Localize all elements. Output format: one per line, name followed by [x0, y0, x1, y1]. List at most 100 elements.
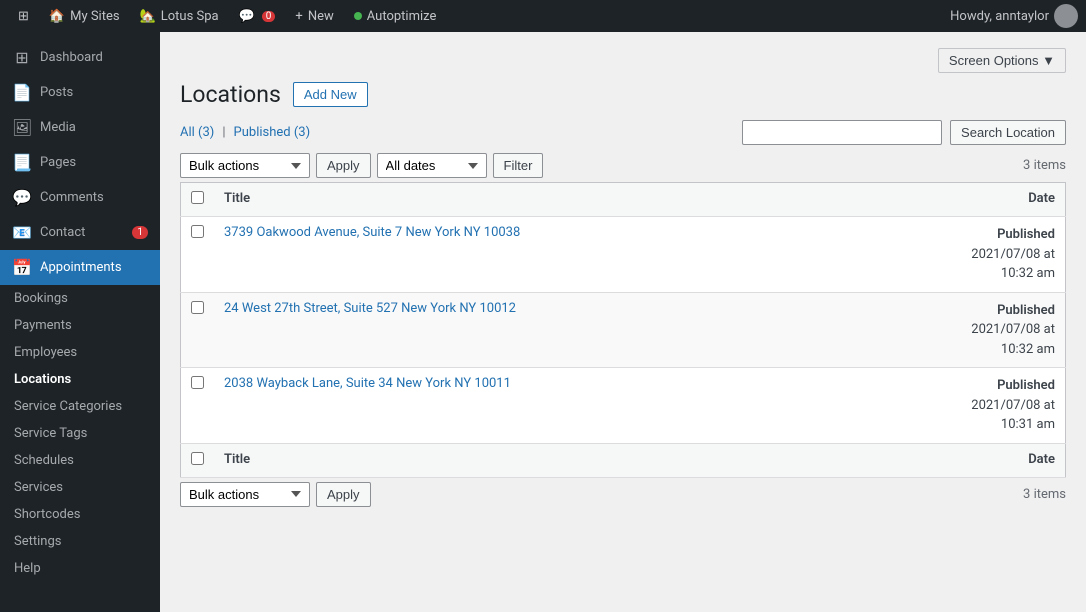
sidebar-item-dashboard[interactable]: ⊞ Dashboard	[0, 40, 160, 75]
bottom-toolbar: Bulk actions Apply 3 items	[180, 482, 1066, 507]
submenu-item-settings[interactable]: Settings	[0, 528, 160, 555]
location-link[interactable]: 2038 Wayback Lane, Suite 34 New York NY …	[224, 376, 511, 391]
plus-icon: +	[295, 9, 302, 24]
sidebar-item-label: Comments	[40, 190, 104, 205]
date-status: Published	[997, 378, 1055, 393]
select-all-checkbox-top[interactable]	[191, 191, 204, 204]
media-icon: 🖼	[12, 118, 32, 137]
admin-bar: ⊞ 🏠 My Sites 🏡 Lotus Spa 💬 0 + New Autop…	[0, 0, 1086, 32]
filter-all-link[interactable]: All (3)	[180, 125, 214, 140]
row-checkbox-cell	[181, 292, 215, 368]
date-status: Published	[997, 227, 1055, 242]
filter-bar: All (3) | Published (3) Search Location	[180, 120, 1066, 145]
sidebar-item-pages[interactable]: 📃 Pages	[0, 145, 160, 180]
admin-sidebar: ⊞ Dashboard 📄 Posts 🖼 Media 📃 Pages 💬 Co…	[0, 32, 160, 612]
submenu-item-locations[interactable]: Locations	[0, 366, 160, 393]
wp-logo[interactable]: ⊞	[8, 0, 39, 32]
page-header: Locations Add New	[180, 81, 1066, 108]
sidebar-item-contact[interactable]: 📧 Contact 1	[0, 215, 160, 250]
select-all-checkbox-bottom[interactable]	[191, 452, 204, 465]
filter-published-link[interactable]: Published (3)	[234, 125, 311, 140]
date-text: Published 2021/07/08 at10:32 am	[971, 303, 1055, 357]
item-count-bottom: 3 items	[1023, 487, 1066, 502]
row-checkbox-cell	[181, 217, 215, 293]
site-name-label: Lotus Spa	[161, 9, 219, 24]
date-value: 2021/07/08 at10:31 am	[971, 398, 1055, 433]
search-location-button[interactable]: Search Location	[950, 120, 1066, 145]
filter-separator: |	[222, 125, 225, 140]
table-row: 24 West 27th Street, Suite 527 New York …	[181, 292, 1066, 368]
search-input[interactable]	[742, 120, 942, 145]
appointments-submenu: Bookings Payments Employees Locations Se…	[0, 285, 160, 582]
table-row: 2038 Wayback Lane, Suite 34 New York NY …	[181, 368, 1066, 444]
new-label: New	[308, 9, 334, 24]
col-header-date[interactable]: Date	[926, 183, 1066, 217]
row-checkbox[interactable]	[191, 225, 204, 238]
submenu-item-services[interactable]: Services	[0, 474, 160, 501]
date-text: Published 2021/07/08 at10:32 am	[971, 227, 1055, 281]
sidebar-item-label: Dashboard	[40, 50, 103, 65]
contact-icon: 📧	[12, 223, 32, 242]
table-row: 3739 Oakwood Avenue, Suite 7 New York NY…	[181, 217, 1066, 293]
table-head: Title Date	[181, 183, 1066, 217]
date-filter-select[interactable]: All dates	[377, 153, 487, 178]
col-footer-cb	[181, 443, 215, 477]
sidebar-item-media[interactable]: 🖼 Media	[0, 110, 160, 145]
autoptimize-dot	[354, 12, 362, 20]
row-title-cell: 3739 Oakwood Avenue, Suite 7 New York NY…	[214, 217, 926, 293]
table-footer-row: Title Date	[181, 443, 1066, 477]
submenu-item-schedules[interactable]: Schedules	[0, 447, 160, 474]
item-count-top: 3 items	[1023, 158, 1066, 173]
user-avatar	[1054, 4, 1078, 28]
bulk-actions-select-bottom[interactable]: Bulk actions	[180, 482, 310, 507]
locations-table: Title Date 3739 Oakwood Avenue, Suite 7 …	[180, 182, 1066, 478]
add-new-button[interactable]: Add New	[293, 82, 368, 107]
col-footer-title[interactable]: Title	[214, 443, 926, 477]
submenu-item-bookings[interactable]: Bookings	[0, 285, 160, 312]
col-footer-date[interactable]: Date	[926, 443, 1066, 477]
table-body: 3739 Oakwood Avenue, Suite 7 New York NY…	[181, 217, 1066, 444]
comments-menu[interactable]: 💬 0	[229, 0, 286, 32]
screen-options-button[interactable]: Screen Options ▼	[938, 48, 1066, 73]
date-status: Published	[997, 303, 1055, 318]
sidebar-item-label: Pages	[40, 155, 76, 170]
col-header-title[interactable]: Title	[214, 183, 926, 217]
table-header-row: Title Date	[181, 183, 1066, 217]
location-link[interactable]: 3739 Oakwood Avenue, Suite 7 New York NY…	[224, 225, 520, 240]
sidebar-item-label: Posts	[40, 85, 73, 100]
row-checkbox[interactable]	[191, 376, 204, 389]
apply-button-bottom[interactable]: Apply	[316, 482, 371, 507]
comment-icon: 💬	[239, 9, 255, 24]
submenu-item-employees[interactable]: Employees	[0, 339, 160, 366]
autoptimize-menu[interactable]: Autoptimize	[344, 0, 447, 32]
sidebar-item-posts[interactable]: 📄 Posts	[0, 75, 160, 110]
new-menu[interactable]: + New	[285, 0, 343, 32]
row-date-cell: Published 2021/07/08 at10:32 am	[926, 292, 1066, 368]
bulk-actions-select-top[interactable]: Bulk actions	[180, 153, 310, 178]
row-checkbox-cell	[181, 368, 215, 444]
posts-icon: 📄	[12, 83, 32, 102]
appointments-icon: 📅	[12, 258, 32, 277]
page-title: Locations	[180, 81, 281, 108]
submenu-item-service-tags[interactable]: Service Tags	[0, 420, 160, 447]
my-sites-menu[interactable]: 🏠 My Sites	[39, 0, 130, 32]
row-checkbox[interactable]	[191, 301, 204, 314]
sidebar-item-appointments[interactable]: 📅 Appointments	[0, 250, 160, 285]
main-content: Screen Options ▼ Locations Add New All (…	[160, 32, 1086, 612]
submenu-item-help[interactable]: Help	[0, 555, 160, 582]
screen-options-bar: Screen Options ▼	[180, 48, 1066, 73]
my-sites-label: My Sites	[70, 9, 119, 24]
submenu-item-payments[interactable]: Payments	[0, 312, 160, 339]
submenu-item-service-categories[interactable]: Service Categories	[0, 393, 160, 420]
sidebar-item-comments[interactable]: 💬 Comments	[0, 180, 160, 215]
row-date-cell: Published 2021/07/08 at10:32 am	[926, 217, 1066, 293]
site-name-menu[interactable]: 🏡 Lotus Spa	[130, 0, 229, 32]
apply-button-top[interactable]: Apply	[316, 153, 371, 178]
filter-button[interactable]: Filter	[493, 153, 544, 178]
submenu-item-shortcodes[interactable]: Shortcodes	[0, 501, 160, 528]
location-link[interactable]: 24 West 27th Street, Suite 527 New York …	[224, 301, 516, 316]
contact-badge: 1	[132, 226, 148, 239]
home-icon: 🏠	[49, 9, 65, 24]
row-title-cell: 2038 Wayback Lane, Suite 34 New York NY …	[214, 368, 926, 444]
table-foot: Title Date	[181, 443, 1066, 477]
